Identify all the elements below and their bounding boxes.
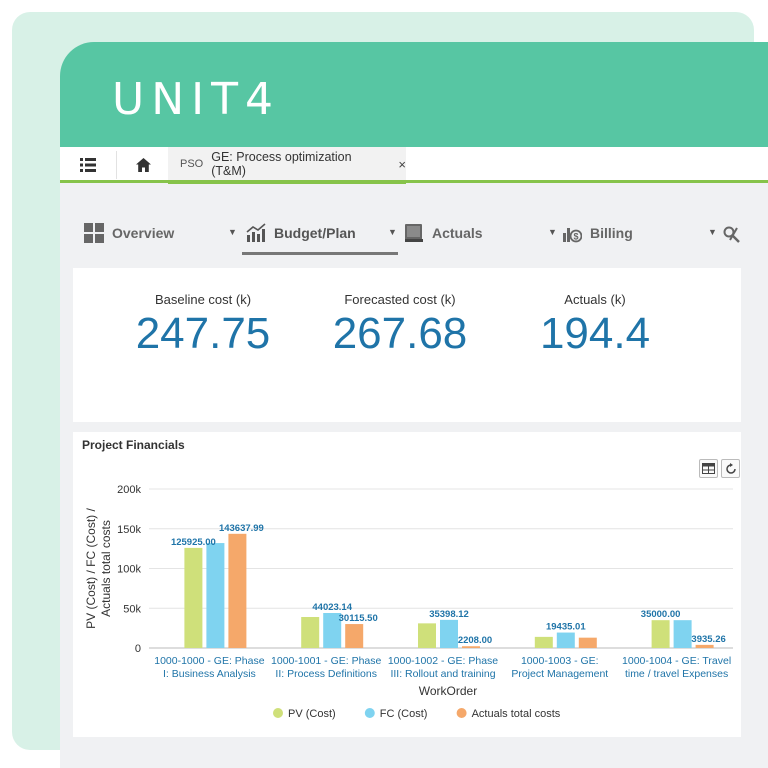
y-axis-label: PV (Cost) / FC (Cost) /	[84, 508, 98, 629]
active-nav-underline	[242, 252, 398, 255]
nav-budget-plan[interactable]: Budget/Plan	[246, 217, 356, 249]
y-tick-label: 0	[135, 643, 141, 655]
x-tick-label: Project Management	[511, 668, 608, 680]
y-tick-label: 200k	[117, 484, 141, 496]
data-label: 2208.00	[458, 635, 492, 646]
x-axis-label: WorkOrder	[419, 684, 477, 698]
nav-actuals-label: Actuals	[432, 225, 483, 241]
x-tick-label: 1000-1004 - GE: Travel	[622, 655, 731, 667]
x-tick-label: time / travel Expenses	[625, 668, 728, 680]
billing-icon: $	[563, 228, 582, 243]
legend-label: PV (Cost)	[288, 708, 336, 720]
data-label: 125925.00	[171, 537, 216, 548]
chevron-down-icon[interactable]: ▼	[388, 227, 397, 237]
list-icon	[80, 158, 96, 172]
nav-billing[interactable]: $ Billing	[562, 217, 633, 249]
data-label: 44023.14	[312, 602, 352, 613]
x-tick-label: 1000-1001 - GE: Phase	[271, 655, 381, 667]
kpi-value: 247.75	[135, 309, 271, 358]
chevron-down-icon[interactable]: ▼	[708, 227, 717, 237]
bar	[440, 619, 458, 648]
chevron-down-icon[interactable]: ▼	[228, 227, 237, 237]
y-tick-label: 150k	[117, 524, 141, 536]
project-financials-panel: Project Financials 0 50k 100k 150k 200k PV (C…	[73, 432, 741, 737]
nav-overview-label: Overview	[112, 225, 175, 241]
home-button[interactable]	[118, 151, 169, 179]
legend-marker	[456, 708, 467, 718]
data-label: 19435.01	[546, 622, 586, 633]
y-tick-label: 50k	[123, 603, 141, 615]
x-tick-label: II: Process Definitions	[275, 668, 377, 680]
x-tick-label: 1000-1000 - GE: Phase	[154, 655, 264, 667]
bar	[206, 543, 225, 648]
kpi-label: Actuals (k)	[564, 292, 626, 307]
tab-strip: PSO GE: Process optimization (T&M) ×	[60, 147, 768, 184]
book-icon	[405, 224, 423, 242]
bar	[418, 623, 436, 648]
kpi-label: Baseline cost (k)	[154, 292, 252, 307]
bar	[462, 646, 480, 648]
bar	[301, 616, 320, 648]
grid-icon	[84, 223, 104, 243]
home-icon	[135, 158, 151, 172]
bar	[556, 632, 575, 648]
data-label: 35398.12	[429, 609, 469, 620]
section-nav: Overview ▼ Budget/Plan ▼ Actuals ▼ $ Bil…	[60, 209, 768, 255]
legend-marker	[273, 708, 283, 718]
data-label: 30115.50	[339, 613, 378, 624]
unit4-logo: UNIT4	[112, 74, 280, 125]
nav-actuals[interactable]: Actuals	[404, 217, 483, 249]
kpi-forecasted-cost: Forecasted cost (k) 267.68	[315, 292, 485, 359]
nav-budget-plan-label: Budget/Plan	[274, 225, 356, 241]
y-axis-label: Actuals total costs	[99, 520, 113, 617]
chevron-down-icon[interactable]: ▼	[548, 227, 557, 237]
tab-strip-accent-line	[60, 180, 768, 183]
tools-icon[interactable]	[722, 225, 742, 243]
bar	[534, 636, 553, 648]
kpi-actuals: Actuals (k) 194.4	[510, 292, 680, 359]
chart-trend-icon	[246, 223, 266, 242]
bar	[184, 547, 203, 648]
kpi-value: 267.68	[332, 309, 468, 358]
project-financials-chart: 050k100k150k200kPV (Cost) / FC (Cost) / A…	[84, 484, 733, 720]
x-tick-label: I: Business Analysis	[163, 668, 256, 680]
bar	[651, 620, 670, 648]
legend-marker	[364, 708, 375, 718]
data-label: 3935.26	[691, 634, 725, 645]
document-tab-title: GE: Process optimization (T&M)	[211, 150, 352, 178]
bar	[673, 620, 692, 648]
bar	[578, 637, 597, 648]
document-tab[interactable]: PSO GE: Process optimization (T&M) ×	[168, 147, 406, 184]
svg-text:$: $	[573, 232, 578, 242]
bar	[228, 533, 247, 648]
close-tab-icon[interactable]: ×	[398, 157, 406, 172]
x-tick-label: 1000-1002 - GE: Phase	[388, 655, 498, 667]
legend-label: Actuals total costs	[472, 708, 561, 720]
data-label: 143637.99	[219, 523, 264, 534]
kpi-label: Forecasted cost (k)	[344, 292, 456, 307]
document-tab-prefix: PSO	[180, 158, 204, 170]
kpi-panel: Baseline cost (k) 247.75 Forecasted cost…	[73, 268, 741, 422]
menu-button[interactable]	[60, 151, 117, 179]
x-tick-label: 1000-1003 - GE:	[521, 655, 599, 667]
legend-label: FC (Cost)	[380, 708, 428, 720]
kpi-value: 194.4	[539, 309, 651, 358]
app-window: UNIT4 PSO GE: Process optimization (T&M)…	[60, 42, 768, 768]
bar	[345, 624, 364, 648]
kpi-baseline-cost: Baseline cost (k) 247.75	[118, 292, 288, 359]
data-label: 35000.00	[641, 609, 681, 620]
y-tick-label: 100k	[117, 564, 141, 576]
nav-billing-label: Billing	[590, 225, 633, 241]
brand-header: UNIT4	[60, 42, 768, 147]
nav-overview[interactable]: Overview	[84, 217, 174, 249]
x-tick-label: III: Rollout and training	[390, 668, 495, 680]
bar	[695, 644, 714, 648]
